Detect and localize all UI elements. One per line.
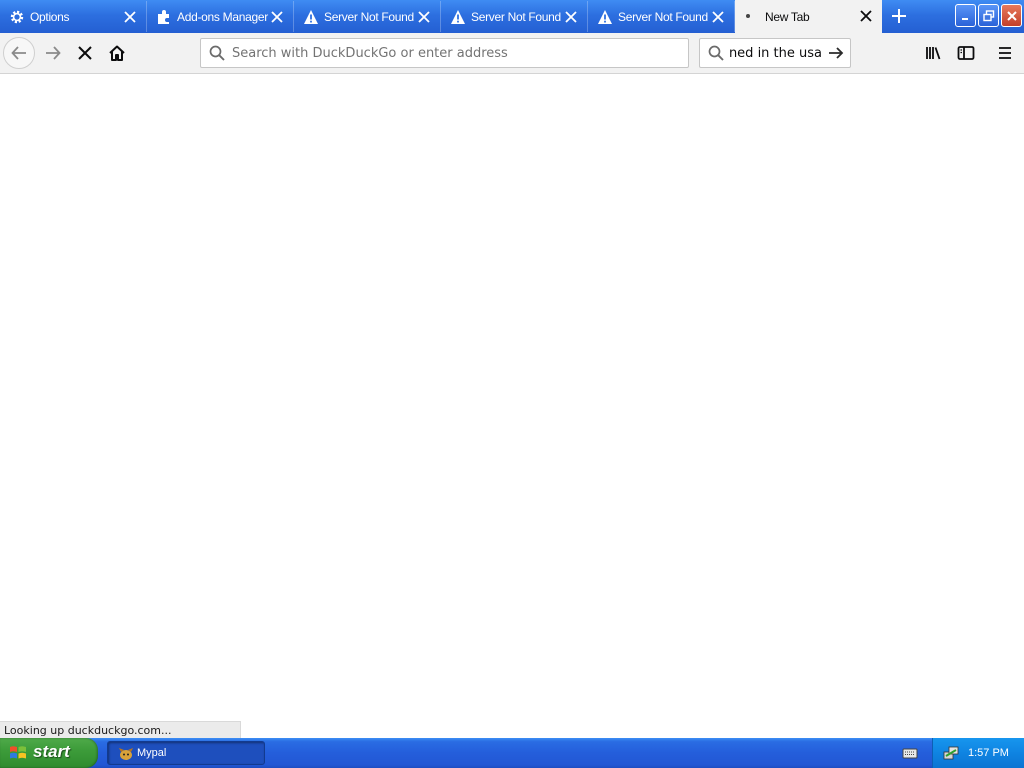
page-content [0,74,1024,738]
stop-button[interactable] [69,37,101,69]
tab-addons-manager[interactable]: Add-ons Manager [147,1,294,32]
start-label: start [33,742,70,761]
forward-arrow-icon [46,46,61,60]
address-bar[interactable] [200,38,689,68]
home-icon [109,45,125,61]
start-button[interactable]: start [0,738,98,768]
gear-icon [9,9,25,25]
warning-icon [450,9,466,25]
close-icon [1006,10,1017,21]
hamburger-menu-icon [999,47,1011,59]
tab-label: Server Not Found [324,10,414,24]
navigation-toolbar [0,33,1024,74]
back-button[interactable] [3,37,35,69]
windows-logo-icon [9,744,27,762]
close-tab-icon[interactable] [710,9,726,25]
search-icon [708,45,724,61]
close-window-button[interactable] [1001,4,1022,27]
new-tab-button[interactable] [886,4,912,28]
warning-icon [597,9,613,25]
restore-button[interactable] [978,4,999,27]
library-button[interactable] [918,37,950,69]
clock[interactable]: 1:57 PM [968,747,1009,759]
taskbar-item-mypal[interactable]: Mypal [107,741,265,765]
minimize-icon [961,17,968,20]
search-icon [209,45,225,61]
menu-button[interactable] [989,37,1021,69]
tab-label: Server Not Found [618,10,708,24]
tab-label: Options [30,10,70,24]
forward-button[interactable] [37,37,69,69]
back-arrow-icon [11,46,26,60]
arrow-right-icon [829,47,844,59]
address-input[interactable] [232,39,682,67]
tab-label: Server Not Found [471,10,561,24]
tab-label: New Tab [765,10,810,24]
loading-dot-icon [744,8,760,24]
tab-strip: Options Add-ons Manager Server Not Found… [0,0,1024,33]
tab-server-not-found-3[interactable]: Server Not Found [588,1,735,32]
library-icon [926,47,941,60]
puzzle-icon [156,9,172,25]
stop-icon [78,46,92,60]
close-tab-icon[interactable] [416,9,432,25]
search-input[interactable] [730,39,822,67]
minimize-button[interactable] [955,4,976,27]
plus-icon [892,9,906,23]
system-tray: 1:57 PM [932,738,1024,768]
close-tab-icon[interactable] [269,9,285,25]
search-bar[interactable] [699,38,851,68]
tab-new-tab[interactable]: New Tab [735,0,882,33]
tab-options[interactable]: Options [0,1,147,32]
tab-server-not-found-1[interactable]: Server Not Found [294,1,441,32]
mypal-app-icon [118,746,134,762]
sidebar-toggle-button[interactable] [950,37,982,69]
network-icon[interactable] [942,744,960,762]
taskbar-item-label: Mypal [137,747,167,759]
keyboard-icon[interactable] [902,745,918,761]
warning-icon [303,9,319,25]
close-tab-icon[interactable] [563,9,579,25]
restore-icon [982,9,994,21]
tab-label: Add-ons Manager [177,10,268,24]
home-button[interactable] [101,37,133,69]
close-tab-icon[interactable] [122,9,138,25]
close-tab-icon[interactable] [858,8,874,24]
tab-server-not-found-2[interactable]: Server Not Found [441,1,588,32]
status-panel: Looking up duckduckgo.com... [0,721,241,738]
sidebar-icon [957,46,975,60]
taskbar: start Mypal 1:57 PM [0,738,1024,768]
search-go-button[interactable] [827,45,845,61]
